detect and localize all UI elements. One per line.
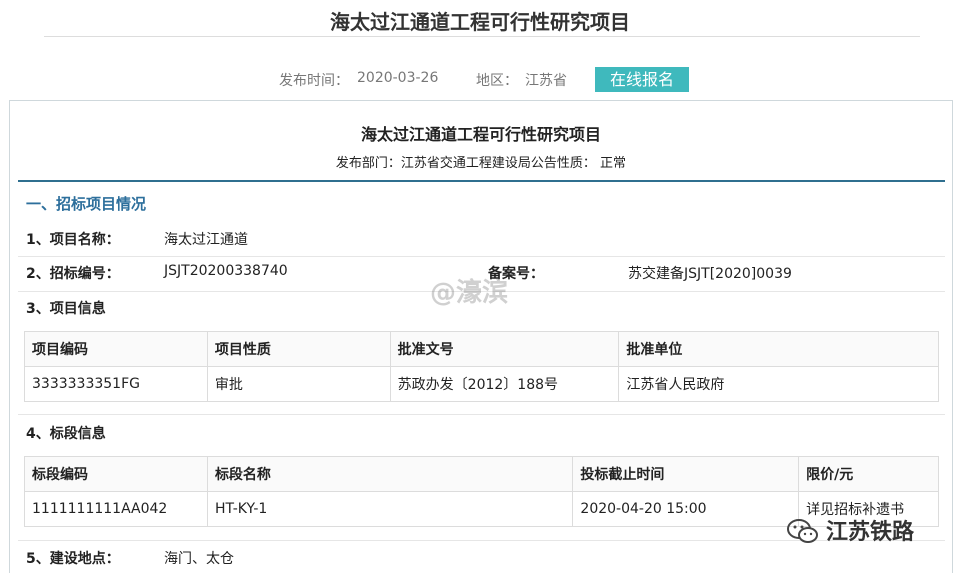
wechat-icon [787,519,818,543]
doc-title: 海太过江通道工程可行性研究项目 [360,125,601,144]
table-cell: HT-KY-1 [206,491,574,527]
table-header-cell: 限价/元 [798,456,939,492]
table-header-cell: 批准单位 [618,331,939,367]
section-info-table: 标段编码 标段名称 投标截止时间 限价/元 1111111111AA042 HT… [24,456,939,527]
publish-time: 2020-03-26 [357,70,439,86]
project-name-value: 海太过江通道 [164,232,248,248]
table-cell: 审批 [206,366,391,402]
table-header-row: 标段编码 标段名称 投标截止时间 限价/元 [24,456,939,492]
location-label: 5、建设地点： [26,551,120,567]
section-divider [18,180,945,182]
project-info-table: 项目编码 项目性质 批准文号 批准单位 3333333351FG 审批 苏政办发… [24,331,939,402]
project-info-label: 3、项目信息 [26,301,106,317]
table-cell: 1111111111AA042 [24,491,208,527]
table-header-cell: 项目性质 [206,331,391,367]
table-cell: 江苏省人民政府 [618,366,939,402]
table-header-row: 项目编码 项目性质 批准文号 批准单位 [24,331,939,367]
table-header-cell: 标段编码 [24,456,208,492]
table-cell: 3333333351FG [24,366,208,402]
location-value: 海门、太仓 [164,551,234,567]
table-header-cell: 标段名称 [206,456,574,492]
table-header-cell: 投标截止时间 [572,456,800,492]
row-divider [18,256,945,257]
online-register-button[interactable]: 在线报名 [595,67,689,92]
title-divider [44,36,920,37]
publish-time-label: 发布时间： [279,73,349,89]
table-row: 3333333351FG 审批 苏政办发〔2012〕188号 江苏省人民政府 [24,366,939,402]
table-header-cell: 批准文号 [389,331,620,367]
table-cell: 苏政办发〔2012〕188号 [389,366,620,402]
table-header-cell: 项目编码 [24,331,208,367]
row-divider [18,414,945,415]
doc-subtitle: 发布部门：江苏省交通工程建设局公告性质： 正常 [335,156,627,171]
region-value: 江苏省 [525,73,567,89]
bid-no-value: JSJT20200338740 [164,263,288,279]
region-label: 地区： [476,73,518,89]
section-heading-bid-info: 一、招标项目情况 [26,195,147,213]
section-info-label: 4、标段信息 [26,426,106,442]
page-title: 海太过江通道工程可行性研究项目 [330,10,630,34]
bid-no-label: 2、招标编号： [26,266,120,282]
project-name-label: 1、项目名称： [26,232,120,248]
brand-watermark: 江苏铁路 [826,520,915,545]
table-cell: 2020-04-20 15:00 [572,491,800,527]
watermark-text: @濠滨 [430,278,509,308]
record-no-value: 苏交建备JSJT[2020]0039 [628,266,792,282]
